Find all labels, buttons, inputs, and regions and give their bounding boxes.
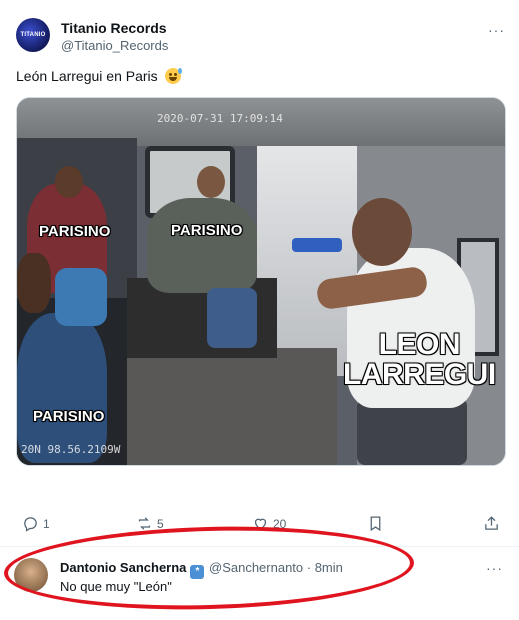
meme-label-parisino: PARISINO: [171, 222, 243, 239]
passenger-head: [55, 166, 83, 198]
author-avatar[interactable]: TITANIO: [16, 18, 50, 52]
backpack: [55, 268, 107, 326]
video-timestamp: 2020-07-31 17:09:14: [157, 112, 283, 125]
tweet-actions: 1 5 20: [0, 515, 519, 543]
author-handle[interactable]: @Titanio_Records: [61, 38, 168, 53]
passenger-legs: [207, 288, 257, 348]
reply-author-name-text: Dantonio Sancherna: [60, 560, 187, 575]
reply-button[interactable]: 1: [22, 515, 50, 532]
van-floor: [117, 348, 337, 465]
meme-label-line: LEON: [378, 328, 461, 361]
bookmark-button[interactable]: [367, 515, 384, 532]
heart-icon: [254, 518, 267, 530]
passenger-head: [17, 253, 51, 313]
tweet-text: León Larregui en Paris: [16, 68, 182, 84]
meme-label-line: LARREGUI: [343, 358, 496, 391]
pistol: [292, 238, 342, 252]
share-icon: [485, 516, 498, 530]
reply-icon: [24, 517, 37, 532]
like-count: 20: [273, 516, 287, 531]
avatar-logo-text: TITANIO: [20, 32, 46, 38]
reply-more-options-icon[interactable]: ···: [486, 560, 503, 576]
video-coordinates: 20N 98.56.2109W: [21, 443, 121, 456]
meme-label-leon-larregui: LEON LARREGUI: [343, 330, 496, 390]
reply-handle-time[interactable]: @Sanchernanto · 8min: [209, 560, 343, 575]
reply-author-avatar[interactable]: [14, 558, 48, 592]
repost-icon: [138, 517, 151, 530]
repost-count: 5: [157, 516, 164, 531]
passenger-head: [197, 166, 225, 198]
passenger-figure: [17, 313, 107, 463]
passenger-figure: [147, 198, 257, 293]
tweet-media-image[interactable]: 2020-07-31 17:09:14 20N 98.56.2109W PARI…: [16, 97, 506, 466]
reply-count: 1: [43, 516, 50, 531]
meme-label-parisino: PARISINO: [33, 408, 105, 425]
tweet-text-content: León Larregui en Paris: [16, 68, 158, 84]
like-button[interactable]: 20: [252, 515, 286, 532]
verified-badge-icon: *: [190, 565, 205, 579]
bookmark-icon: [370, 516, 381, 532]
share-button[interactable]: [483, 515, 500, 532]
robber-legs: [357, 398, 467, 465]
reply-author-name[interactable]: Dantonio Sancherna *: [60, 560, 205, 579]
author-name[interactable]: Titanio Records: [61, 20, 167, 36]
divider: [0, 546, 519, 547]
grinning-face-with-sweat-emoji: [164, 68, 182, 84]
reply-tweet[interactable]: Dantonio Sancherna * @Sanchernanto · 8min…: [0, 548, 519, 620]
repost-button[interactable]: 5: [136, 515, 164, 532]
reply-text: No que muy "León": [60, 579, 172, 594]
more-options-icon[interactable]: ···: [488, 22, 505, 38]
robber-head: [352, 198, 412, 266]
tweet: TITANIO Titanio Records @Titanio_Records…: [0, 0, 519, 548]
meme-label-parisino: PARISINO: [39, 223, 111, 240]
